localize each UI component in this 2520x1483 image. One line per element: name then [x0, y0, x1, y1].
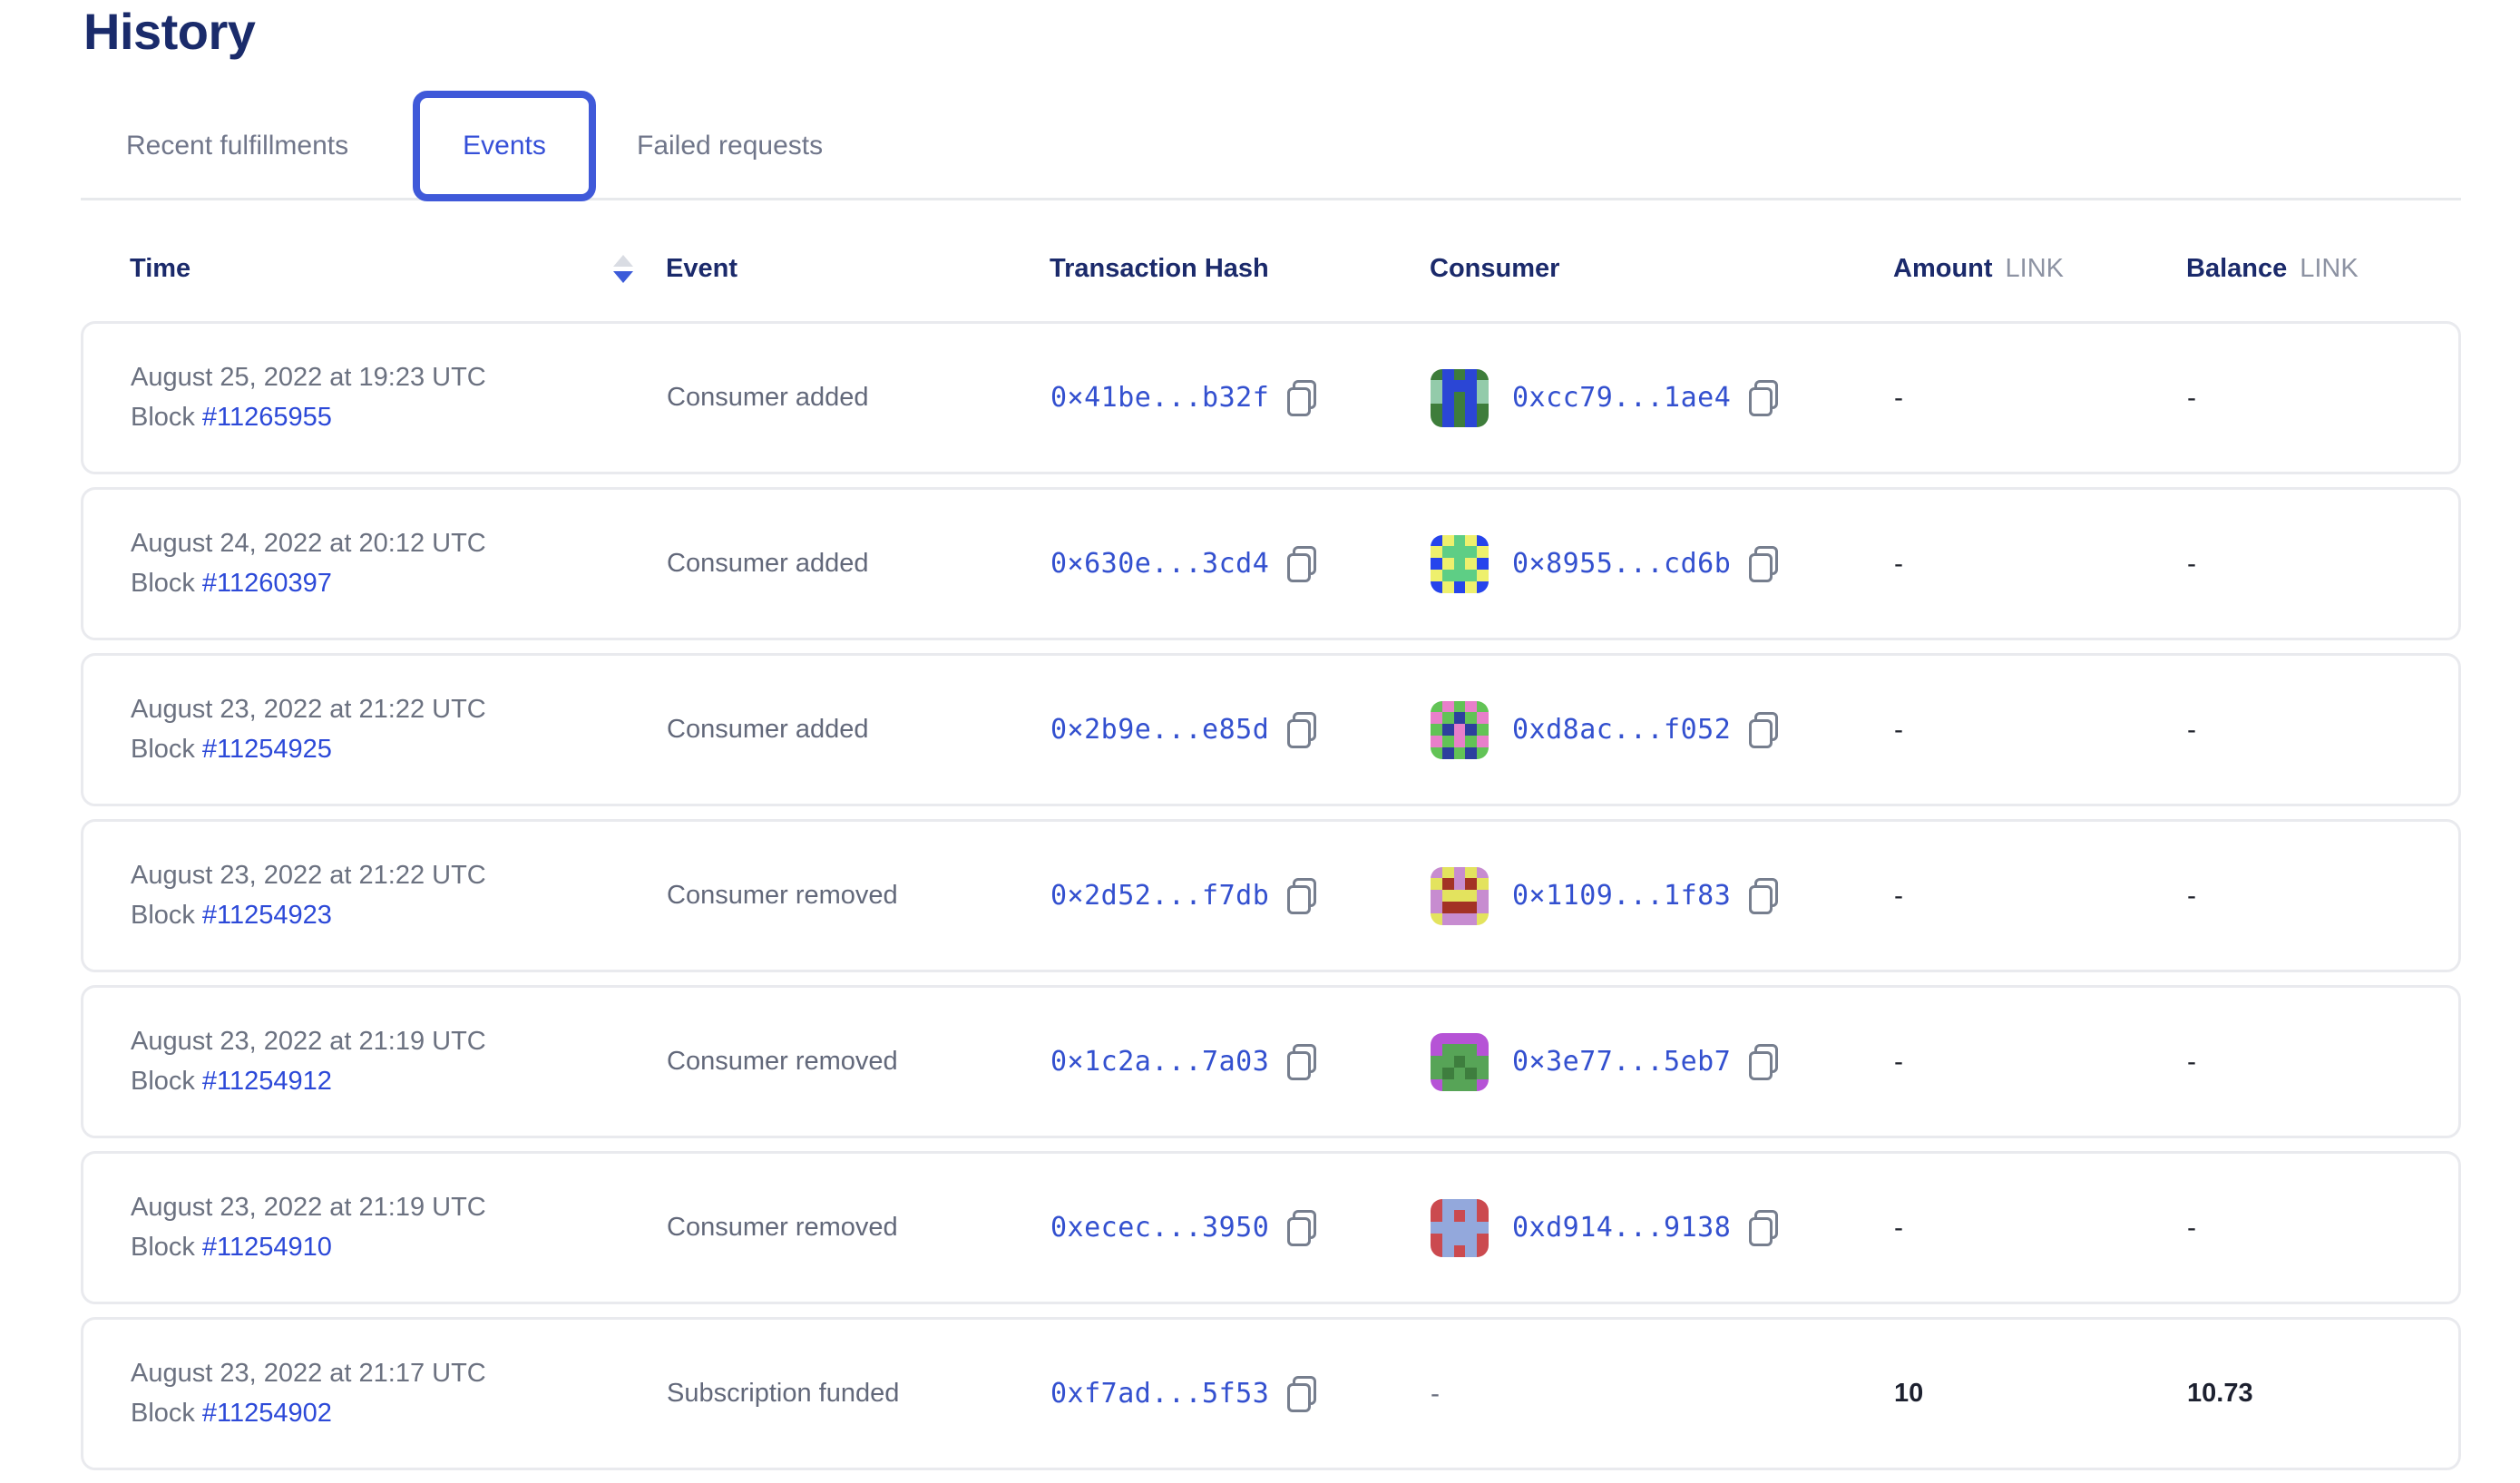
balance-value: - — [2187, 1213, 2196, 1244]
block-number-link[interactable]: #11265955 — [202, 403, 332, 432]
block-number-link[interactable]: #11254910 — [202, 1233, 332, 1262]
block-label: Block — [131, 1233, 195, 1262]
event-type: Consumer added — [667, 549, 868, 579]
table-row: August 23, 2022 at 21:22 UTC Block#11254… — [81, 653, 2461, 806]
copy-icon[interactable] — [1287, 546, 1316, 582]
column-header-consumer: Consumer — [1430, 254, 1559, 284]
amount-value: - — [1894, 549, 1903, 580]
transaction-hash-link[interactable]: 0×2b9e...e85d — [1050, 714, 1269, 746]
consumer-address-link[interactable]: 0xd8ac...f052 — [1512, 714, 1731, 746]
sort-descending-icon[interactable] — [613, 255, 633, 283]
copy-icon[interactable] — [1749, 712, 1778, 748]
tab-events[interactable]: Events — [413, 91, 596, 201]
transaction-hash-link[interactable]: 0xf7ad...5f53 — [1050, 1378, 1269, 1410]
event-type: Subscription funded — [667, 1379, 899, 1409]
block-number-link[interactable]: #11254912 — [202, 1067, 332, 1096]
tab-bar: Recent fulfillments Events Failed reques… — [81, 91, 2461, 201]
table-row: August 23, 2022 at 21:19 UTC Block#11254… — [81, 1151, 2461, 1304]
table-row: August 25, 2022 at 19:23 UTC Block#11265… — [81, 321, 2461, 474]
block-label: Block — [131, 569, 195, 598]
transaction-hash-link[interactable]: 0xecec...3950 — [1050, 1212, 1269, 1244]
event-type: Consumer removed — [667, 881, 898, 911]
history-page: History Recent fulfillments Events Faile… — [0, 0, 2520, 1451]
event-time: August 24, 2022 at 20:12 UTC — [131, 529, 486, 559]
event-time: August 23, 2022 at 21:22 UTC — [131, 695, 486, 725]
block-number-link[interactable]: #11260397 — [202, 569, 332, 598]
copy-icon[interactable] — [1749, 878, 1778, 914]
consumer-avatar-identicon — [1431, 369, 1489, 427]
balance-value: - — [2187, 881, 2196, 912]
balance-unit-label: LINK — [2300, 254, 2358, 284]
event-time: August 23, 2022 at 21:19 UTC — [131, 1027, 486, 1057]
balance-value: - — [2187, 549, 2196, 580]
event-time: August 23, 2022 at 21:17 UTC — [131, 1359, 486, 1389]
copy-icon[interactable] — [1287, 712, 1316, 748]
consumer-address-link[interactable]: 0×1109...1f83 — [1512, 880, 1731, 912]
consumer-empty: - — [1431, 1379, 1440, 1410]
consumer-address-link[interactable]: 0×3e77...5eb7 — [1512, 1046, 1731, 1078]
event-time: August 25, 2022 at 19:23 UTC — [131, 363, 486, 393]
page-title: History — [83, 2, 255, 61]
column-header-transaction-hash: Transaction Hash — [1050, 254, 1269, 284]
block-number-link[interactable]: #11254923 — [202, 901, 332, 930]
table-row: August 23, 2022 at 21:17 UTC Block#11254… — [81, 1317, 2461, 1470]
amount-value: - — [1894, 383, 1903, 414]
column-header-event: Event — [666, 254, 737, 284]
balance-value: - — [2187, 715, 2196, 746]
event-time: August 23, 2022 at 21:19 UTC — [131, 1193, 486, 1223]
transaction-hash-link[interactable]: 0×41be...b32f — [1050, 382, 1269, 414]
copy-icon[interactable] — [1287, 380, 1316, 416]
amount-unit-label: LINK — [2006, 254, 2064, 284]
amount-value: 10 — [1894, 1379, 1923, 1409]
balance-value: 10.73 — [2187, 1379, 2253, 1409]
table-row: August 23, 2022 at 21:19 UTC Block#11254… — [81, 985, 2461, 1138]
block-label: Block — [131, 735, 195, 764]
amount-value: - — [1894, 881, 1903, 912]
block-number-link[interactable]: #11254925 — [202, 735, 332, 764]
consumer-avatar-identicon — [1431, 1199, 1489, 1257]
block-label: Block — [131, 1067, 195, 1096]
copy-icon[interactable] — [1749, 546, 1778, 582]
event-type: Consumer added — [667, 715, 868, 745]
copy-icon[interactable] — [1749, 1210, 1778, 1246]
consumer-avatar-identicon — [1431, 701, 1489, 759]
copy-icon[interactable] — [1749, 380, 1778, 416]
balance-value: - — [2187, 383, 2196, 414]
balance-value: - — [2187, 1047, 2196, 1078]
transaction-hash-link[interactable]: 0×630e...3cd4 — [1050, 548, 1269, 580]
copy-icon[interactable] — [1287, 1376, 1316, 1412]
event-time: August 23, 2022 at 21:22 UTC — [131, 861, 486, 891]
consumer-address-link[interactable]: 0×8955...cd6b — [1512, 548, 1731, 580]
transaction-hash-link[interactable]: 0×1c2a...7a03 — [1050, 1046, 1269, 1078]
tab-recent-fulfillments[interactable]: Recent fulfillments — [126, 91, 348, 201]
column-header-time[interactable]: Time — [130, 254, 190, 284]
table-row: August 23, 2022 at 21:22 UTC Block#11254… — [81, 819, 2461, 972]
block-label: Block — [131, 901, 195, 930]
tab-failed-requests[interactable]: Failed requests — [637, 91, 823, 201]
event-type: Consumer removed — [667, 1047, 898, 1077]
block-label: Block — [131, 1399, 195, 1428]
event-rows: August 25, 2022 at 19:23 UTC Block#11265… — [81, 321, 2461, 1483]
block-number-link[interactable]: #11254902 — [202, 1399, 332, 1428]
event-type: Consumer added — [667, 383, 868, 413]
block-label: Block — [131, 403, 195, 432]
copy-icon[interactable] — [1287, 1210, 1316, 1246]
transaction-hash-link[interactable]: 0×2d52...f7db — [1050, 880, 1269, 912]
amount-value: - — [1894, 1047, 1903, 1078]
event-type: Consumer removed — [667, 1213, 898, 1243]
copy-icon[interactable] — [1287, 1044, 1316, 1080]
copy-icon[interactable] — [1287, 878, 1316, 914]
table-header: Time Event Transaction Hash Consumer Amo… — [83, 243, 2461, 294]
column-header-balance: Balance — [2186, 254, 2287, 284]
consumer-address-link[interactable]: 0xcc79...1ae4 — [1512, 382, 1731, 414]
copy-icon[interactable] — [1749, 1044, 1778, 1080]
consumer-address-link[interactable]: 0xd914...9138 — [1512, 1212, 1731, 1244]
amount-value: - — [1894, 715, 1903, 746]
amount-value: - — [1894, 1213, 1903, 1244]
table-row: August 24, 2022 at 20:12 UTC Block#11260… — [81, 487, 2461, 640]
consumer-avatar-identicon — [1431, 1033, 1489, 1091]
consumer-avatar-identicon — [1431, 867, 1489, 925]
consumer-avatar-identicon — [1431, 535, 1489, 593]
column-header-amount: Amount — [1893, 254, 1993, 284]
